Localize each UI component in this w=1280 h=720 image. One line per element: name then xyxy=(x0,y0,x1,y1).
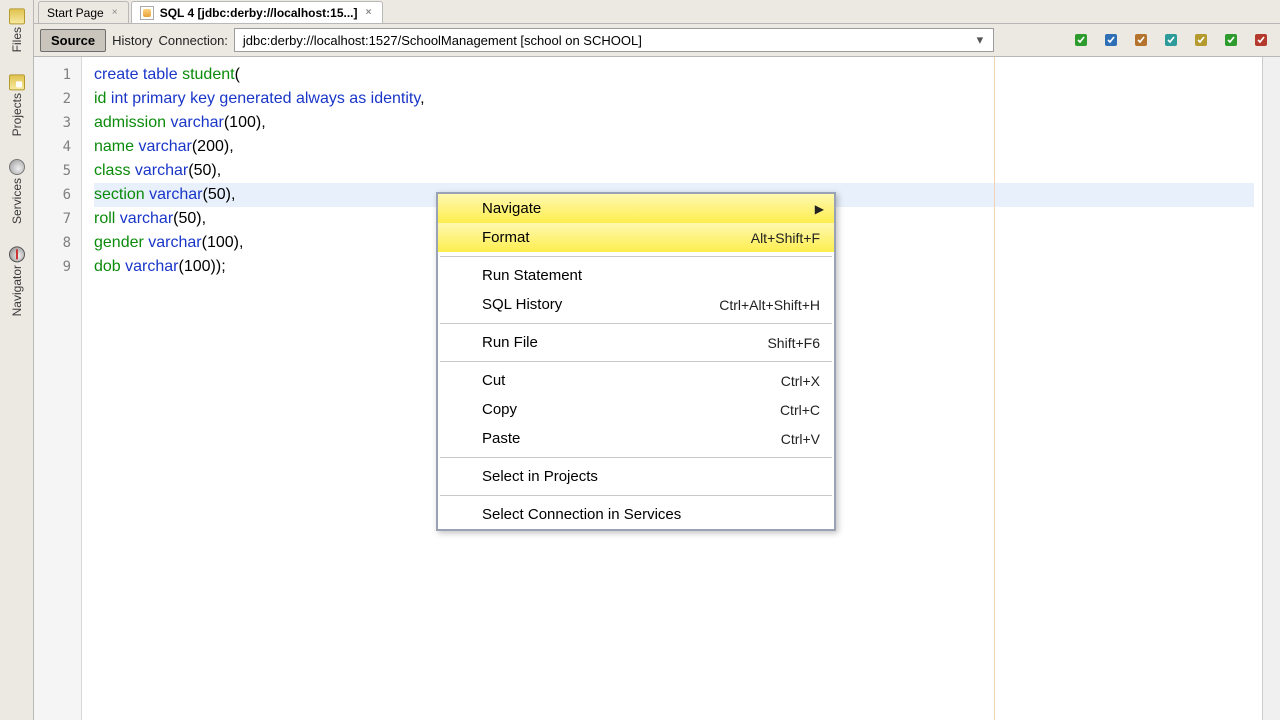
menu-label: Format xyxy=(482,229,530,246)
code-line[interactable]: class varchar(50), xyxy=(94,159,1254,183)
menu-shortcut: Ctrl+V xyxy=(781,431,820,447)
menu-label: Select Connection in Services xyxy=(482,506,681,523)
export-icon[interactable] xyxy=(1188,28,1214,52)
sql-file-icon xyxy=(140,6,154,20)
line-number: 1 xyxy=(34,63,81,87)
menu-label: Cut xyxy=(482,372,505,389)
menu-item-navigate[interactable]: Navigate ▶ xyxy=(438,194,834,223)
tool-window-services[interactable]: Services xyxy=(7,155,27,228)
menu-label: Paste xyxy=(482,430,520,447)
line-number: 9 xyxy=(34,255,81,279)
close-icon[interactable]: × xyxy=(110,8,120,18)
connection-label: Connection: xyxy=(159,33,228,48)
tool-window-files[interactable]: Files xyxy=(7,4,27,56)
tab-start-page[interactable]: Start Page × xyxy=(38,1,129,23)
vertical-scrollbar[interactable] xyxy=(1262,57,1280,720)
line-number: 3 xyxy=(34,111,81,135)
line-number: 8 xyxy=(34,231,81,255)
menu-separator xyxy=(440,457,832,458)
context-menu: Navigate ▶ Format Alt+Shift+F Run Statement S… xyxy=(436,192,836,531)
menu-label: Select in Projects xyxy=(482,468,598,485)
tab-label: Start Page xyxy=(47,6,104,20)
run-script-icon[interactable] xyxy=(1098,28,1124,52)
menu-item-select-in-projects[interactable]: Select in Projects xyxy=(438,462,834,491)
menu-label: Run Statement xyxy=(482,267,582,284)
menu-shortcut: Ctrl+Alt+Shift+H xyxy=(719,297,820,313)
source-button[interactable]: Source xyxy=(40,29,106,52)
connection-dropdown[interactable]: jdbc:derby://localhost:1527/SchoolManage… xyxy=(234,28,994,52)
line-number: 6 xyxy=(34,183,81,207)
menu-item-cut[interactable]: Cut Ctrl+X xyxy=(438,366,834,395)
tool-window-navigator[interactable]: Navigator xyxy=(7,242,27,320)
code-line[interactable]: create table student( xyxy=(94,63,1254,87)
menu-item-sql-history[interactable]: SQL History Ctrl+Alt+Shift+H xyxy=(438,290,834,319)
tool-window-projects[interactable]: Projects xyxy=(7,70,27,140)
code-line[interactable]: id int primary key generated always as i… xyxy=(94,87,1254,111)
editor-tab-bar: Start Page × SQL 4 [jdbc:derby://localho… xyxy=(34,0,1280,24)
menu-label: SQL History xyxy=(482,296,562,313)
navigator-icon xyxy=(9,246,25,262)
menu-shortcut: Ctrl+X xyxy=(781,373,820,389)
close-icon[interactable] xyxy=(1248,28,1274,52)
label: Projects xyxy=(10,93,24,136)
menu-label: Navigate xyxy=(482,200,541,217)
tab-label: SQL 4 [jdbc:derby://localhost:15...] xyxy=(160,6,358,20)
line-number: 4 xyxy=(34,135,81,159)
label: Services xyxy=(10,178,24,224)
code-line[interactable]: admission varchar(100), xyxy=(94,111,1254,135)
connection-value: jdbc:derby://localhost:1527/SchoolManage… xyxy=(243,33,642,48)
menu-separator xyxy=(440,361,832,362)
menu-shortcut: Shift+F6 xyxy=(767,335,820,351)
projects-icon xyxy=(9,74,25,90)
files-icon xyxy=(9,8,25,24)
menu-label: Copy xyxy=(482,401,517,418)
label: Files xyxy=(10,27,24,52)
menu-shortcut: Alt+Shift+F xyxy=(751,230,820,246)
refresh-icon[interactable] xyxy=(1218,28,1244,52)
menu-separator xyxy=(440,256,832,257)
menu-item-paste[interactable]: Paste Ctrl+V xyxy=(438,424,834,453)
menu-shortcut: Ctrl+C xyxy=(780,402,820,418)
line-number-gutter: 123456789 xyxy=(34,57,82,720)
run-sql-icon[interactable] xyxy=(1068,28,1094,52)
print-margin xyxy=(994,57,995,720)
close-icon[interactable]: × xyxy=(364,8,374,18)
label: Navigator xyxy=(10,265,24,316)
toolbar-action-group xyxy=(1068,28,1274,52)
menu-item-format[interactable]: Format Alt+Shift+F xyxy=(438,223,834,252)
menu-item-run-statement[interactable]: Run Statement xyxy=(438,261,834,290)
sql-history-icon[interactable] xyxy=(1128,28,1154,52)
menu-item-copy[interactable]: Copy Ctrl+C xyxy=(438,395,834,424)
line-number: 5 xyxy=(34,159,81,183)
keep-tabs-icon[interactable] xyxy=(1158,28,1184,52)
menu-separator xyxy=(440,323,832,324)
line-number: 7 xyxy=(34,207,81,231)
services-icon xyxy=(9,159,25,175)
side-tool-window-bar: Files Projects Services Navigator xyxy=(0,0,34,720)
menu-separator xyxy=(440,495,832,496)
code-line[interactable]: name varchar(200), xyxy=(94,135,1254,159)
menu-item-select-connection-in-services[interactable]: Select Connection in Services xyxy=(438,500,834,529)
history-button[interactable]: History xyxy=(112,33,152,48)
submenu-arrow-icon: ▶ xyxy=(815,202,824,216)
sql-toolbar: Source History Connection: jdbc:derby://… xyxy=(34,24,1280,57)
menu-item-run-file[interactable]: Run File Shift+F6 xyxy=(438,328,834,357)
chevron-down-icon: ▾ xyxy=(971,32,989,48)
tab-sql-editor[interactable]: SQL 4 [jdbc:derby://localhost:15...] × xyxy=(131,1,383,23)
menu-label: Run File xyxy=(482,334,538,351)
line-number: 2 xyxy=(34,87,81,111)
